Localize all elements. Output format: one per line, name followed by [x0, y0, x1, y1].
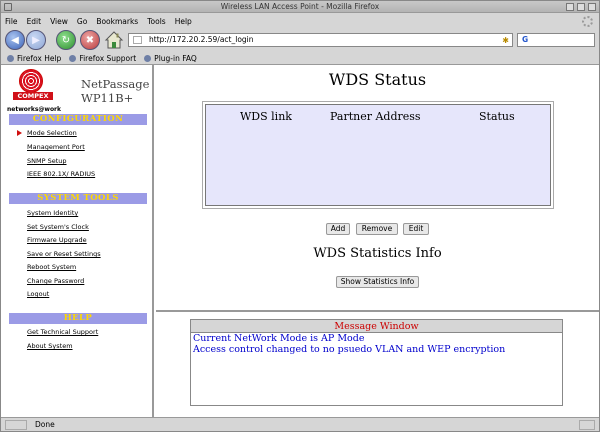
- sidebar-item-snmp-setup[interactable]: SNMP Setup: [27, 157, 67, 165]
- sidebar-item-change-password[interactable]: Change Password: [27, 277, 84, 285]
- stop-icon: ✖: [85, 34, 95, 46]
- menu-go[interactable]: Go: [77, 17, 87, 26]
- window-menu-icon[interactable]: [4, 3, 12, 11]
- window-title: Wireless LAN Access Point - Mozilla Fire…: [220, 2, 380, 11]
- bookmark-label: Firefox Support: [79, 53, 137, 63]
- wds-table: WDS link Partner Address Status: [202, 101, 554, 209]
- menu-file[interactable]: File: [5, 17, 18, 26]
- forward-arrow-icon: ▶: [32, 34, 40, 46]
- message-window: Message Window Current NetWork Mode is A…: [190, 319, 563, 406]
- edit-button[interactable]: Edit: [403, 223, 429, 235]
- bookmark-icon: [144, 54, 152, 62]
- product-line-1: NetPassage: [81, 77, 150, 91]
- show-statistics-button[interactable]: Show Statistics Info: [336, 276, 419, 288]
- compex-logo: COMPEX: [13, 69, 53, 105]
- sidebar-item-save-reset[interactable]: Save or Reset Settings: [27, 250, 101, 258]
- reload-icon: ↻: [61, 34, 71, 46]
- bookmark-icon: [69, 54, 77, 62]
- section-configuration: CONFIGURATION: [9, 114, 147, 125]
- bookmarks-toolbar: Firefox Help Firefox Support Plug-in FAQ: [1, 52, 599, 64]
- status-text: Done: [35, 420, 55, 429]
- browser-window: Wireless LAN Access Point - Mozilla Fire…: [0, 0, 600, 432]
- sidebar-item-about-system[interactable]: About System: [27, 342, 73, 350]
- menu-help[interactable]: Help: [175, 17, 192, 26]
- column-wds-link: WDS link: [240, 110, 292, 123]
- status-bar: Done: [1, 417, 599, 431]
- sidebar-item-mode-selection[interactable]: Mode Selection: [27, 129, 77, 137]
- minimize-icon[interactable]: [566, 3, 574, 11]
- message-frame: Message Window Current NetWork Mode is A…: [156, 310, 599, 418]
- title-bar: Wireless LAN Access Point - Mozilla Fire…: [1, 1, 599, 13]
- main-frame: WDS Status WDS link Partner Address Stat…: [156, 65, 599, 310]
- page-title: WDS Status: [328, 70, 427, 89]
- search-engine-icon[interactable]: G: [522, 35, 528, 44]
- menu-bar: File Edit View Go Bookmarks Tools Help: [1, 14, 599, 28]
- bookmark-label: Plug-in FAQ: [154, 53, 197, 63]
- throbber-icon: [582, 16, 593, 27]
- sidebar-item-reboot[interactable]: Reboot System: [27, 263, 76, 271]
- sidebar-item-system-identity[interactable]: System Identity: [27, 209, 78, 217]
- back-arrow-icon: ◀: [11, 34, 19, 46]
- product-name: NetPassage WP11B+: [81, 77, 149, 105]
- page-content: COMPEX networks@work NetPassage WP11B+ C…: [1, 64, 599, 418]
- forward-button[interactable]: ▶: [26, 30, 46, 50]
- message-line: Current NetWork Mode is AP Mode: [193, 333, 365, 344]
- bookmark-plugin-faq[interactable]: Plug-in FAQ: [144, 54, 197, 63]
- logo-wordmark: COMPEX: [13, 92, 53, 100]
- column-status: Status: [479, 110, 515, 123]
- sidebar-item-set-clock[interactable]: Set System's Clock: [27, 223, 89, 231]
- menu-view[interactable]: View: [50, 17, 68, 26]
- stats-title: WDS Statistics Info: [313, 246, 442, 261]
- message-window-title: Message Window: [191, 320, 562, 333]
- menu-tools[interactable]: Tools: [147, 17, 165, 26]
- url-text: http://172.20.2.59/act_login: [149, 35, 254, 44]
- reload-button[interactable]: ↻: [56, 30, 76, 50]
- sidebar-item-technical-support[interactable]: Get Technical Support: [27, 328, 98, 336]
- bookmark-firefox-support[interactable]: Firefox Support: [69, 54, 136, 63]
- home-icon: [104, 31, 124, 49]
- stop-button[interactable]: ✖: [80, 30, 100, 50]
- current-item-arrow-icon: [17, 130, 22, 136]
- resize-grip-icon[interactable]: [579, 420, 595, 430]
- page-favicon-icon: [133, 36, 142, 44]
- go-icon[interactable]: ✱: [502, 35, 509, 47]
- back-button[interactable]: ◀: [5, 30, 25, 50]
- section-help: HELP: [9, 313, 147, 324]
- close-icon[interactable]: [588, 3, 596, 11]
- maximize-icon[interactable]: [577, 3, 585, 11]
- navigation-toolbar: ◀ ▶ ↻ ✖ http://172.20.2.59/act_login ✱ G: [1, 28, 599, 52]
- sidebar-item-management-port[interactable]: Management Port: [27, 143, 85, 151]
- home-button[interactable]: [104, 30, 124, 50]
- sidebar-item-logout[interactable]: Logout: [27, 290, 49, 298]
- message-line: Access control changed to no psuedo VLAN…: [193, 344, 506, 355]
- url-input[interactable]: http://172.20.2.59/act_login ✱: [128, 33, 513, 47]
- sidebar-item-firmware-upgrade[interactable]: Firmware Upgrade: [27, 236, 87, 244]
- status-icon-cell: [5, 420, 27, 430]
- search-input[interactable]: G: [517, 33, 595, 47]
- bookmark-icon: [7, 54, 14, 62]
- bookmark-label: Firefox Help: [17, 53, 62, 63]
- wds-table-body: WDS link Partner Address Status: [205, 104, 551, 206]
- remove-button[interactable]: Remove: [356, 223, 398, 235]
- section-system-tools: SYSTEM TOOLS: [9, 193, 147, 204]
- sidebar-frame: COMPEX networks@work NetPassage WP11B+ C…: [1, 65, 154, 418]
- brand-tagline: networks@work: [7, 106, 62, 113]
- column-partner-address: Partner Address: [330, 110, 421, 123]
- sidebar-item-ieee-radius[interactable]: IEEE 802.1X/ RADIUS: [27, 170, 95, 178]
- add-button[interactable]: Add: [326, 223, 350, 235]
- product-line-2: WP11B+: [81, 91, 134, 105]
- logo-shell-icon: [19, 69, 43, 93]
- menu-bookmarks[interactable]: Bookmarks: [96, 17, 138, 26]
- bookmark-firefox-help[interactable]: Firefox Help: [7, 54, 61, 63]
- menu-edit[interactable]: Edit: [27, 17, 42, 26]
